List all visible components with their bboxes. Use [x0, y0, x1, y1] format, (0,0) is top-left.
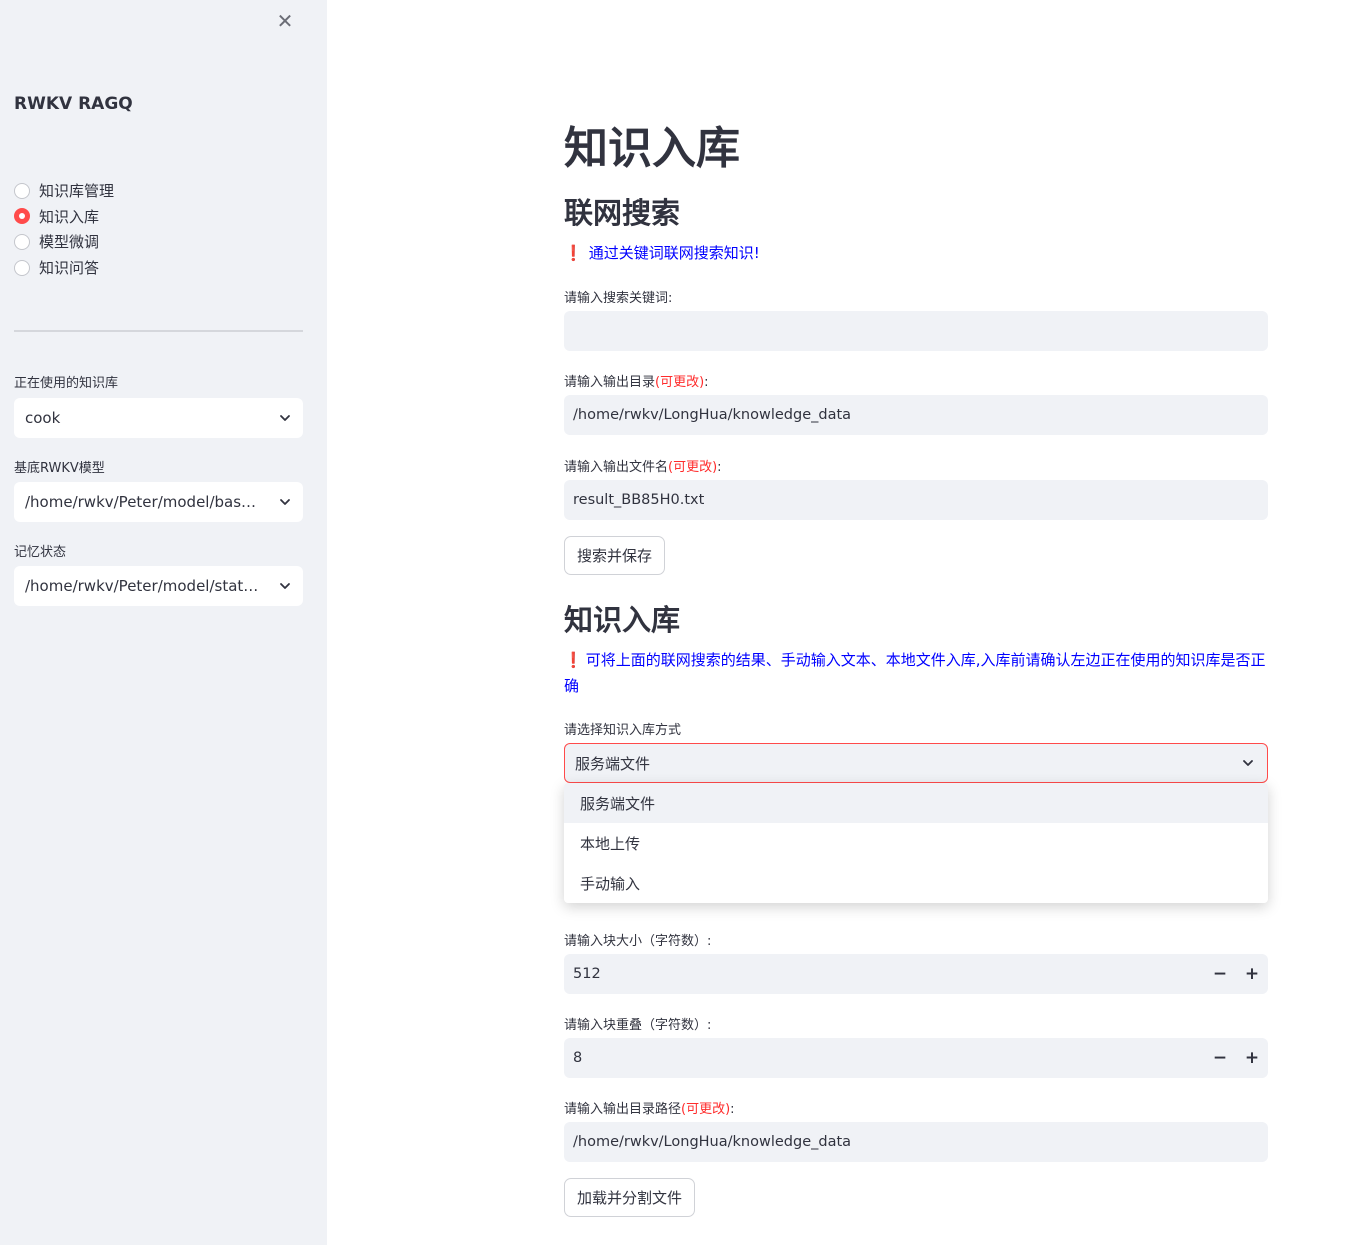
- method-option-server-file[interactable]: 服务端文件: [564, 783, 1268, 823]
- app-title: RWKV RAGQ: [14, 94, 133, 114]
- outpath-label-text: 请输入输出目录路径: [564, 1102, 682, 1117]
- plus-icon[interactable]: +: [1236, 1038, 1268, 1078]
- search-notice-text: 通过关键词联网搜索知识!: [588, 244, 760, 262]
- outpath-input-value: /home/rwkv/LongHua/knowledge_data: [573, 1134, 852, 1150]
- method-select[interactable]: 服务端文件: [564, 743, 1268, 783]
- chunk-overlap-label: 请输入块重叠（字符数）:: [564, 1018, 712, 1033]
- minus-icon[interactable]: −: [1204, 1038, 1236, 1078]
- chevron-down-icon: [1243, 760, 1253, 766]
- radio-icon: [14, 259, 30, 276]
- nav-item-finetune[interactable]: 模型微调: [14, 229, 114, 255]
- radio-icon: [14, 233, 30, 250]
- kb-select-label: 正在使用的知识库: [14, 376, 119, 391]
- load-split-button[interactable]: 加载并分割文件: [564, 1178, 696, 1217]
- nav-item-kb-ingest[interactable]: 知识入库: [14, 204, 114, 230]
- search-save-button[interactable]: 搜索并保存: [564, 536, 666, 575]
- state-select[interactable]: /home/rwkv/Peter/model/state/rwkv-x060-1…: [14, 566, 303, 606]
- sidebar-divider: [14, 330, 303, 332]
- sidebar: ✕ RWKV RAGQ 知识库管理 知识入库 模型微调 知识问答 正在使用的知识…: [0, 0, 327, 1245]
- search-heading: 联网搜索: [564, 196, 681, 230]
- plus-icon[interactable]: +: [1236, 954, 1268, 994]
- outname-input-value: result_BB85H0.txt: [573, 492, 705, 508]
- outpath-label-hint: (可更改): [681, 1102, 731, 1117]
- outdir-label-hint: (可更改): [655, 375, 705, 390]
- outpath-label: 请输入输出目录路径(可更改):: [564, 1102, 735, 1117]
- kb-select-value: cook: [25, 409, 61, 427]
- exclamation-icon: ❗: [564, 244, 583, 262]
- radio-icon: [14, 182, 30, 199]
- chevron-down-icon: [280, 583, 290, 589]
- radio-checked-icon: [14, 208, 30, 225]
- nav-item-kb-manage[interactable]: 知识库管理: [14, 178, 114, 204]
- model-select[interactable]: /home/rwkv/Peter/model/base/RWKV-x060-Wo…: [14, 482, 303, 522]
- keyword-input[interactable]: [564, 311, 1268, 351]
- chunk-overlap-value: 8: [573, 1050, 583, 1066]
- exclamation-icon: ❗: [564, 651, 583, 669]
- method-select-value: 服务端文件: [575, 754, 651, 773]
- state-select-label: 记忆状态: [14, 545, 67, 560]
- nav-item-label: 模型微调: [39, 233, 100, 252]
- kb-select[interactable]: cook: [14, 398, 303, 438]
- outname-input[interactable]: result_BB85H0.txt: [564, 480, 1268, 520]
- ingest-notice: ❗ 可将上面的联网搜索的结果、手动输入文本、本地文件入库,入库前请确认左边正在使用…: [564, 647, 1268, 699]
- outdir-input-value: /home/rwkv/LongHua/knowledge_data: [573, 407, 852, 423]
- outname-label-hint: (可更改): [668, 460, 718, 475]
- nav-item-label: 知识问答: [39, 259, 100, 278]
- outdir-label-text: 请输入输出目录: [564, 375, 656, 390]
- chunk-size-value: 512: [573, 966, 601, 982]
- chunk-size-input[interactable]: 512 − +: [564, 954, 1268, 994]
- nav-item-label: 知识入库: [39, 207, 100, 226]
- chunk-size-label: 请输入块大小（字符数）:: [564, 934, 712, 949]
- nav-radio-group: 知识库管理 知识入库 模型微调 知识问答: [14, 178, 114, 280]
- outname-label-text: 请输入输出文件名: [564, 460, 669, 475]
- method-option-manual-input[interactable]: 手动输入: [564, 863, 1268, 903]
- page-title: 知识入库: [564, 123, 740, 174]
- keyword-label: 请输入搜索关键词:: [564, 291, 673, 306]
- model-select-label: 基底RWKV模型: [14, 461, 105, 476]
- nav-item-label: 知识库管理: [39, 182, 115, 201]
- search-notice: ❗ 通过关键词联网搜索知识!: [564, 240, 1268, 266]
- method-dropdown-menu: 服务端文件 本地上传 手动输入: [564, 783, 1268, 903]
- state-select-value: /home/rwkv/Peter/model/state/rwkv-x060-1…: [25, 577, 278, 595]
- outdir-label: 请输入输出目录(可更改):: [564, 375, 709, 390]
- minus-icon[interactable]: −: [1204, 954, 1236, 994]
- outdir-input[interactable]: /home/rwkv/LongHua/knowledge_data: [564, 395, 1268, 435]
- close-icon[interactable]: ✕: [274, 10, 296, 32]
- method-option-local-upload[interactable]: 本地上传: [564, 823, 1268, 863]
- ingest-notice-text: 可将上面的联网搜索的结果、手动输入文本、本地文件入库,入库前请确认左边正在使用的…: [564, 651, 1266, 695]
- chunk-overlap-input[interactable]: 8 − +: [564, 1038, 1268, 1078]
- outpath-input[interactable]: /home/rwkv/LongHua/knowledge_data: [564, 1122, 1268, 1162]
- method-label: 请选择知识入库方式: [564, 723, 682, 738]
- chevron-down-icon: [280, 415, 290, 421]
- model-select-value: /home/rwkv/Peter/model/base/RWKV-x060-Wo…: [25, 493, 278, 511]
- ingest-heading: 知识入库: [564, 603, 681, 637]
- outname-label: 请输入输出文件名(可更改):: [564, 460, 722, 475]
- nav-item-qa[interactable]: 知识问答: [14, 255, 114, 281]
- chevron-down-icon: [280, 499, 290, 505]
